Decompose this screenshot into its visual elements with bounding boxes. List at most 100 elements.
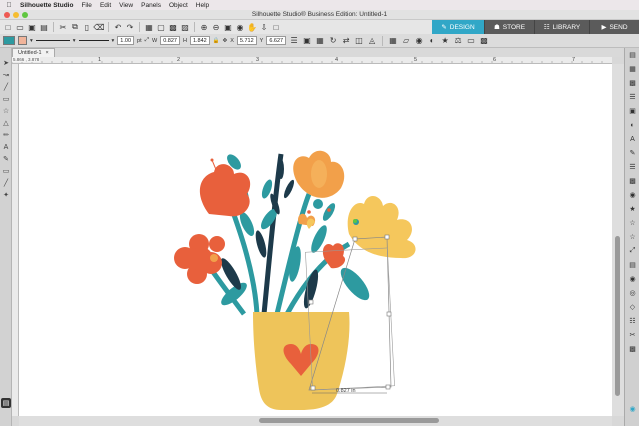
open-folder-icon[interactable]: ▭ [15, 22, 25, 32]
menu-edit[interactable]: Edit [100, 2, 111, 9]
tab-design[interactable]: ✎ DESIGN [432, 20, 484, 34]
ungroup-icon[interactable]: ▨ [180, 22, 190, 32]
undo-icon[interactable]: ↶ [113, 22, 123, 32]
rotate-icon[interactable]: ↻ [328, 36, 338, 46]
fill-color-swatch[interactable] [3, 36, 15, 45]
fill-panel-icon[interactable]: ▩ [627, 78, 638, 88]
align-panel-icon[interactable]: ☰ [627, 162, 638, 172]
trace-icon[interactable]: ★ [440, 36, 450, 46]
rectangle-tool-icon[interactable]: ▭ [1, 94, 11, 104]
offset-icon[interactable]: ◐ [427, 36, 437, 46]
zoom-out-icon[interactable]: ⊖ [211, 22, 221, 32]
color-panel-icon[interactable]: ◉ [627, 274, 638, 284]
star-panel-icon[interactable]: ★ [627, 204, 638, 214]
knife-tool-icon[interactable]: ╱ [1, 178, 11, 188]
star-shape-icon[interactable]: ☆ [1, 106, 11, 116]
line-color-swatch[interactable] [18, 36, 27, 45]
zoom-panel-icon[interactable]: ◉ [627, 404, 638, 414]
polygon-tool-icon[interactable]: △ [1, 118, 11, 128]
align-icon[interactable]: ☰ [289, 36, 299, 46]
point-edit-icon[interactable]: ↝ [1, 70, 11, 80]
tab-send[interactable]: ▶ SEND [589, 20, 639, 34]
zoom-in-icon[interactable]: ⊕ [199, 22, 209, 32]
layers-panel-icon[interactable]: ▤ [627, 260, 638, 270]
chevron-down-icon[interactable]: ▾ [112, 38, 115, 44]
transparency-icon[interactable]: ◐ [627, 120, 638, 130]
paste-icon[interactable]: ▯ [82, 22, 92, 32]
menu-panels[interactable]: Panels [141, 2, 161, 9]
vertical-scrollbar[interactable] [612, 64, 624, 416]
chevron-down-icon[interactable]: ▾ [73, 38, 76, 44]
vertical-scroll-thumb[interactable] [615, 236, 620, 396]
document-tab[interactable]: Untitled-1 × [12, 48, 55, 57]
copy-icon[interactable]: ⧉ [70, 22, 80, 32]
line-join-dropdown[interactable] [78, 40, 109, 41]
distribute-icon[interactable]: ▦ [315, 36, 325, 46]
replicate-icon[interactable]: ▦ [388, 36, 398, 46]
scissors-panel-icon[interactable]: ✂ [627, 330, 638, 340]
pan-hand-icon[interactable]: ✋ [247, 22, 257, 32]
flip-icon[interactable]: ⇄ [341, 36, 351, 46]
offset-panel-icon[interactable]: ☆ [627, 218, 638, 228]
center-icon[interactable]: ▣ [302, 36, 312, 46]
apple-icon[interactable]:  [4, 2, 14, 9]
line-panel-icon[interactable]: ☰ [627, 92, 638, 102]
width-input[interactable]: 0.827 [160, 36, 180, 45]
grid-icon[interactable]: ▦ [627, 64, 638, 74]
menu-help[interactable]: Help [196, 2, 209, 9]
page-setup-icon[interactable]: ▤ [627, 50, 638, 60]
sketch-panel-icon[interactable]: ◎ [627, 288, 638, 298]
replicate-panel-icon[interactable]: ▩ [627, 176, 638, 186]
modify-panel-icon[interactable]: ◉ [627, 190, 638, 200]
lock-aspect-icon[interactable]: 🔒 [213, 38, 220, 44]
zoom-fit-icon[interactable]: ▣ [223, 22, 233, 32]
menu-view[interactable]: View [119, 2, 133, 9]
zoom-select-icon[interactable]: ◉ [235, 22, 245, 32]
group-icon[interactable]: ▩ [168, 22, 178, 32]
design-canvas[interactable]: 0.827 in [19, 64, 612, 416]
delete-icon[interactable]: ⌫ [93, 22, 104, 32]
bring-front-icon[interactable]: ◫ [354, 36, 364, 46]
new-document-icon[interactable]: □ [3, 22, 13, 32]
redo-icon[interactable]: ↷ [125, 22, 135, 32]
eraser-tool-icon[interactable]: ▭ [1, 166, 11, 176]
cut-icon[interactable]: ✂ [58, 22, 68, 32]
tab-library[interactable]: ☷ LIBRARY [534, 20, 589, 34]
pencil-icon[interactable]: ✏ [1, 130, 11, 140]
print-icon[interactable]: ▤ [39, 22, 49, 32]
move-down-icon[interactable]: ⇩ [259, 22, 269, 32]
line-width-input[interactable]: 1.00 [117, 36, 135, 45]
horizontal-scroll-thumb[interactable] [259, 418, 439, 423]
tab-store[interactable]: ☗ STORE [484, 20, 534, 34]
mirror-icon[interactable]: ▱ [401, 36, 411, 46]
save-icon[interactable]: ▣ [27, 22, 37, 32]
text-path-icon[interactable]: ✎ [627, 148, 638, 158]
x-position-input[interactable]: 5.712 [236, 36, 257, 45]
menu-file[interactable]: File [81, 2, 91, 9]
eyedropper-icon[interactable]: ✦ [1, 190, 11, 200]
fit-page-icon[interactable]: □ [271, 22, 281, 32]
flower-vase-artwork[interactable] [19, 64, 612, 416]
line-tool-icon[interactable]: ╱ [1, 82, 11, 92]
transform-panel-icon[interactable]: ⤢ [627, 246, 638, 256]
eraser-icon[interactable]: ▭ [466, 36, 476, 46]
horizontal-scrollbar[interactable] [19, 416, 612, 426]
y-position-input[interactable]: 6.627 [266, 36, 287, 45]
nest-icon[interactable]: ▩ [479, 36, 489, 46]
text-tool-icon[interactable]: A [1, 142, 11, 152]
send-back-icon[interactable]: ◬ [367, 36, 377, 46]
library-panel-icon[interactable]: ☷ [627, 316, 638, 326]
weld-icon[interactable]: ◉ [414, 36, 424, 46]
library-folder-icon[interactable]: ▤ [1, 398, 11, 408]
chevron-down-icon[interactable]: ▾ [30, 38, 33, 44]
knife-icon[interactable]: ⚖ [453, 36, 463, 46]
pattern-panel-icon[interactable]: ◇ [627, 302, 638, 312]
gradient-panel-icon[interactable]: ▣ [627, 106, 638, 116]
trace-panel-icon[interactable]: ☆ [627, 232, 638, 242]
line-style-dropdown[interactable] [35, 40, 70, 41]
close-tab-icon[interactable]: × [46, 50, 49, 56]
menu-app-name[interactable]: Silhouette Studio [20, 2, 73, 9]
text-style-icon[interactable]: A [627, 134, 638, 144]
menu-object[interactable]: Object [169, 2, 188, 9]
design-store-icon[interactable]: ▩ [627, 344, 638, 354]
